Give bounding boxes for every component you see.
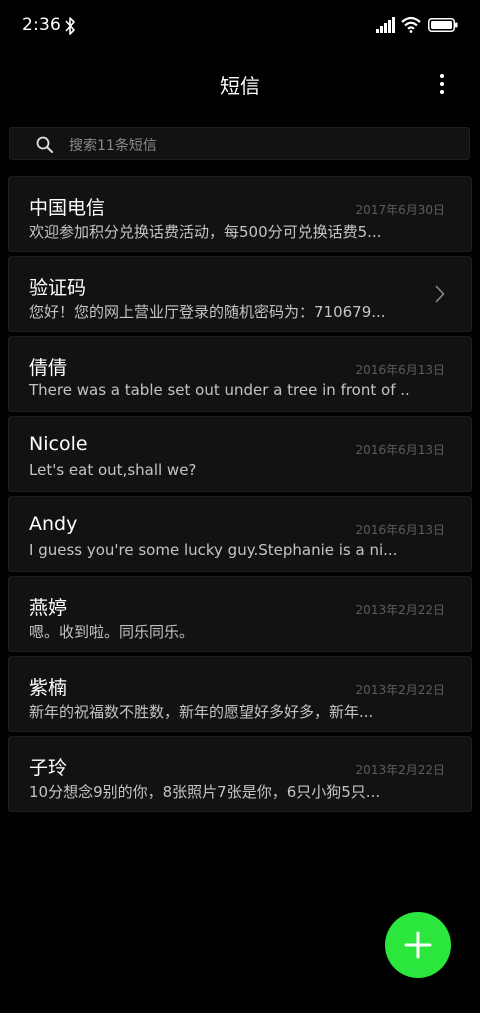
new-message-button[interactable] <box>385 912 451 978</box>
conversation-preview: There was a table set out under a tree i… <box>29 381 409 399</box>
conversation-date: 2017年6月30日 <box>355 203 445 217</box>
conversation-name: 倩倩 <box>29 357 68 379</box>
title-bar: 短信 <box>0 52 480 116</box>
conversation-preview: 10分想念9别的你，8张照片7张是你，6只小狗5只... <box>29 783 381 801</box>
conversation-name: 子玲 <box>29 757 68 779</box>
conversation-date: 2013年2月22日 <box>355 763 445 777</box>
conversation-list: 中国电信 2017年6月30日 欢迎参加积分兑换话费活动，每500分可兑换话费5… <box>8 176 472 816</box>
conversation-date: 2013年2月22日 <box>355 683 445 697</box>
conversation-name: Nicole <box>29 433 88 455</box>
more-options-button[interactable] <box>428 70 456 98</box>
conversation-item[interactable]: Andy 2016年6月13日 I guess you're some luck… <box>8 496 472 572</box>
conversation-preview: Let's eat out,shall we? <box>29 461 197 479</box>
chevron-right-icon <box>435 285 445 303</box>
conversation-preview: 您好！您的网上营业厅登录的随机密码为：710679... <box>29 303 386 321</box>
more-vertical-icon <box>440 74 444 78</box>
conversation-name: 燕婷 <box>29 597 68 619</box>
conversation-item[interactable]: 中国电信 2017年6月30日 欢迎参加积分兑换话费活动，每500分可兑换话费5… <box>8 176 472 252</box>
conversation-item[interactable]: 子玲 2013年2月22日 10分想念9别的你，8张照片7张是你，6只小狗5只.… <box>8 736 472 812</box>
conversation-preview: I guess you're some lucky guy.Stephanie … <box>29 541 398 559</box>
conversation-date: 2016年6月13日 <box>355 523 445 537</box>
conversation-item[interactable]: 验证码 您好！您的网上营业厅登录的随机密码为：710679... <box>8 256 472 332</box>
page-title: 短信 <box>220 74 260 98</box>
status-time: 2:36 <box>22 15 61 35</box>
more-vertical-icon-dot <box>440 82 444 86</box>
conversation-date: 2013年2月22日 <box>355 603 445 617</box>
conversation-date: 2016年6月13日 <box>355 363 445 377</box>
conversation-name: 验证码 <box>29 277 87 299</box>
wifi-icon <box>401 16 421 33</box>
conversation-name: 紫楠 <box>29 677 68 699</box>
bluetooth-icon <box>65 17 75 35</box>
search-input[interactable]: 搜索11条短信 <box>9 127 470 160</box>
more-vertical-icon-dot <box>440 90 444 94</box>
signal-icon <box>376 17 395 33</box>
conversation-name: 中国电信 <box>29 197 106 219</box>
status-bar: 2:36 <box>0 0 480 52</box>
battery-icon <box>428 18 458 32</box>
conversation-preview: 欢迎参加积分兑换话费活动，每500分可兑换话费5... <box>29 223 382 241</box>
plus-icon <box>404 931 432 959</box>
conversation-item[interactable]: 燕婷 2013年2月22日 嗯。收到啦。同乐同乐。 <box>8 576 472 652</box>
conversation-item[interactable]: 倩倩 2016年6月13日 There was a table set out … <box>8 336 472 412</box>
conversation-preview: 新年的祝福数不胜数，新年的愿望好多好多，新年... <box>29 703 374 721</box>
conversation-item[interactable]: 紫楠 2013年2月22日 新年的祝福数不胜数，新年的愿望好多好多，新年... <box>8 656 472 732</box>
conversation-preview: 嗯。收到啦。同乐同乐。 <box>29 623 195 641</box>
search-icon <box>36 136 53 153</box>
search-placeholder: 搜索11条短信 <box>69 138 157 154</box>
conversation-name: Andy <box>29 513 78 535</box>
conversation-item[interactable]: Nicole 2016年6月13日 Let's eat out,shall we… <box>8 416 472 492</box>
conversation-date: 2016年6月13日 <box>355 443 445 457</box>
